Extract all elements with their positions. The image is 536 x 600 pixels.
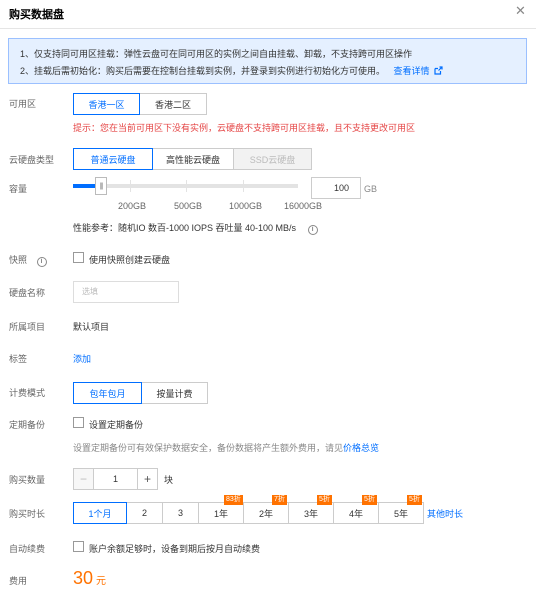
perf-reference: 性能参考：随机IO 数百-1000 IOPS 吞吐量 40-100 MB/s i — [73, 221, 318, 235]
duration-1-year[interactable]: 1年 — [198, 502, 244, 524]
slider-tick — [186, 180, 187, 192]
perf-text: 性能参考：随机IO 数百-1000 IOPS 吞吐量 40-100 MB/s — [73, 223, 297, 233]
quantity-label: 购买数量 — [9, 475, 46, 485]
discount-badge: 5折 — [407, 495, 422, 505]
auto-renew-checkbox[interactable] — [73, 541, 84, 552]
billing-postpaid[interactable]: 按量计费 — [141, 382, 208, 404]
duration-2-year[interactable]: 2年 — [243, 502, 289, 524]
disk-name-input[interactable]: 选填 — [73, 281, 179, 303]
other-duration-link[interactable]: 其他时长 — [427, 507, 463, 520]
auto-renew-checkbox-label[interactable]: 账户余额足够时，设备到期后按月自动续费 — [89, 542, 260, 555]
duration-3-year[interactable]: 3年 — [288, 502, 334, 524]
disk-name-label: 硬盘名称 — [9, 288, 46, 298]
snapshot-label: 快照 i — [9, 253, 47, 267]
disk-type-ssd: SSD云硬盘 — [233, 148, 312, 170]
project-label: 所属项目 — [9, 322, 46, 332]
zone-selector: 香港一区 香港二区 — [73, 93, 207, 115]
quantity-value[interactable]: 1 — [94, 469, 137, 489]
price-amount: 30 — [73, 568, 94, 588]
zone-label: 可用区 — [9, 99, 37, 109]
duration-2[interactable]: 2 — [126, 502, 163, 524]
tick-label-1000: 1000GB — [229, 201, 263, 211]
notice-box — [8, 38, 527, 84]
backup-desc-text: 设置定期备份可有效保护数据安全，备份数据将产生额外费用，请见 — [73, 443, 344, 453]
quantity-stepper: − 1 + — [73, 468, 158, 490]
auto-renew-label: 自动续费 — [9, 544, 46, 554]
info-icon[interactable]: i — [36, 257, 47, 267]
details-link[interactable]: 查看详情 — [394, 66, 430, 76]
billing-prepaid[interactable]: 包年包月 — [73, 382, 142, 404]
disk-type-selector: 普通云硬盘 高性能云硬盘 SSD云硬盘 — [73, 148, 312, 170]
backup-checkbox[interactable] — [73, 417, 84, 428]
capacity-slider-handle[interactable]: ||| — [95, 177, 107, 195]
capacity-unit: GB — [364, 184, 378, 194]
snapshot-checkbox[interactable] — [73, 252, 84, 263]
duration-label: 购买时长 — [9, 509, 46, 519]
slider-tick — [130, 180, 131, 192]
tick-label-16000: 16000GB — [284, 201, 323, 211]
notice-line-1: 1、仅支持同可用区挂载：弹性云盘可在同可用区的实例之间自由挂载、卸载，不支持跨可… — [20, 49, 413, 59]
notice-line-2-text: 2、挂载后需初始化：购买后需要在控制台挂载到实例，并登录到实例进行初始化方可使用… — [20, 66, 386, 76]
discount-badge: 5折 — [362, 495, 377, 505]
add-tag-link[interactable]: 添加 — [73, 352, 91, 365]
disk-type-premium[interactable]: 高性能云硬盘 — [152, 148, 234, 170]
price-overview-link[interactable]: 价格总览 — [343, 443, 379, 453]
backup-checkbox-label[interactable]: 设置定期备份 — [89, 418, 143, 431]
snapshot-label-text: 快照 — [9, 255, 28, 265]
price-unit: 元 — [96, 576, 107, 587]
increment-button[interactable]: + — [137, 469, 157, 489]
discount-badge: 5折 — [317, 495, 332, 505]
dialog-title: 购买数据盘 — [9, 9, 64, 21]
external-link-icon[interactable] — [434, 66, 443, 75]
tags-label: 标签 — [9, 354, 28, 364]
project-value: 默认项目 — [73, 322, 110, 332]
backup-label: 定期备份 — [9, 420, 46, 430]
quantity-unit: 块 — [164, 475, 174, 485]
close-icon[interactable]: ✕ — [515, 4, 526, 18]
notice-line-2: 2、挂载后需初始化：购买后需要在控制台挂载到实例，并登录到实例进行初始化方可使用… — [20, 64, 443, 77]
duration-3[interactable]: 3 — [162, 502, 199, 524]
fee-label: 费用 — [9, 576, 28, 586]
decrement-button[interactable]: − — [74, 469, 94, 489]
snapshot-checkbox-label[interactable]: 使用快照创建云硬盘 — [89, 253, 170, 266]
zone-hint: 提示：您在当前可用区下没有实例，云硬盘不支持跨可用区挂载，且不支持更改可用区 — [73, 123, 416, 133]
info-icon[interactable]: i — [307, 225, 318, 235]
duration-1-month[interactable]: 1个月 — [73, 502, 127, 524]
backup-desc: 设置定期备份可有效保护数据安全，备份数据将产生额外费用，请见价格总览 — [73, 441, 379, 454]
tick-label-500: 500GB — [174, 201, 203, 211]
tick-label-200: 200GB — [118, 201, 147, 211]
billing-label: 计费模式 — [9, 388, 46, 398]
capacity-input[interactable]: 100 — [311, 177, 361, 199]
duration-4-year[interactable]: 4年 — [333, 502, 379, 524]
disk-type-label: 云硬盘类型 — [9, 155, 55, 165]
zone-option-hk1[interactable]: 香港一区 — [73, 93, 140, 115]
zone-option-hk2[interactable]: 香港二区 — [139, 93, 207, 115]
slider-tick — [243, 180, 244, 192]
discount-badge: 83折 — [224, 495, 243, 505]
header-divider — [0, 28, 536, 29]
duration-5-year[interactable]: 5年 — [378, 502, 424, 524]
discount-badge: 7折 — [272, 495, 287, 505]
price-display: 30 元 — [73, 568, 106, 589]
billing-selector: 包年包月 按量计费 — [73, 382, 208, 404]
capacity-label: 容量 — [9, 184, 28, 194]
capacity-slider-fill — [73, 184, 95, 188]
disk-type-standard[interactable]: 普通云硬盘 — [73, 148, 153, 170]
